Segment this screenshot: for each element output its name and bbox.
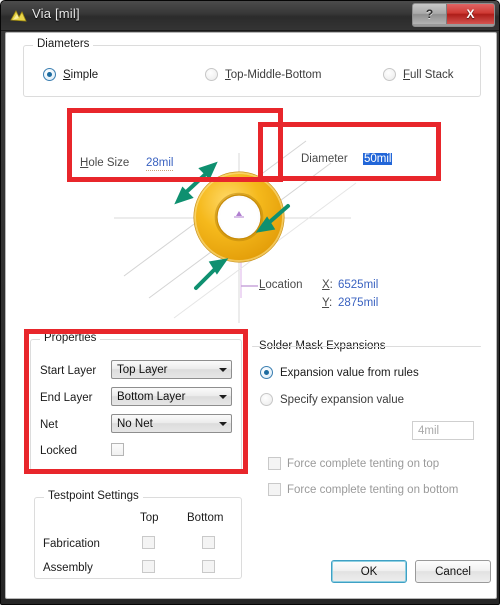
testpoint-assembly-label: Assembly [43,562,93,574]
radio-full-stack[interactable]: Full Stack [383,68,454,81]
cancel-button[interactable]: Cancel [415,560,491,583]
radio-specify-expansion-indicator [260,393,273,406]
annotation-rect-diameter [258,122,441,181]
radio-expansion-from-rules-label: Expansion value from rules [280,366,419,379]
caption-button-group: ? X [412,3,495,27]
force-tenting-bottom-checkbox[interactable] [268,483,281,496]
force-tenting-top-label: Force complete tenting on top [287,458,440,470]
radio-top-middle-bottom-label: Top-Middle-Bottom [225,68,322,81]
testpoint-fabrication-label: Fabrication [43,538,100,550]
annotation-rect-hole-size [67,108,283,182]
testpoint-col-top-header: Top [140,512,159,524]
location-label: Location [259,279,303,291]
title-bar[interactable]: Via [mil] ? X [1,1,499,31]
diameters-group-title: Diameters [33,38,94,50]
specify-expansion-input-value: 4mil [418,424,440,437]
radio-top-middle-bottom[interactable]: Top-Middle-Bottom [205,68,322,81]
window-title: Via [mil] [32,6,80,21]
close-button[interactable]: X [447,4,494,24]
diameters-group: Diameters Simple Top-Middle-Bottom Full … [23,38,481,97]
radio-specify-expansion-label: Specify expansion value [280,393,405,406]
annotation-rect-properties [24,329,248,474]
location-y-label: Y: [322,297,333,309]
radio-top-middle-bottom-indicator [205,68,218,81]
via-icon [10,10,27,22]
radio-expansion-from-rules[interactable]: Expansion value from rules [260,366,419,379]
location-x-value[interactable]: 6525mil [338,279,378,291]
via-properties-dialog: Via [mil] ? X Diameters Simple Top-Middl… [0,0,500,605]
testpoint-assembly-top-checkbox[interactable] [142,560,155,573]
dialog-window: Via [mil] ? X Diameters Simple Top-Middl… [0,0,500,605]
ok-button[interactable]: OK [331,560,407,583]
radio-expansion-from-rules-indicator [260,366,273,379]
help-button[interactable]: ? [413,4,447,24]
testpoint-fabrication-top-checkbox[interactable] [142,536,155,549]
annotation-arrows [174,161,290,290]
radio-simple[interactable]: Simple [43,68,98,81]
radio-simple-label: Simple [63,68,99,81]
radio-specify-expansion[interactable]: Specify expansion value [260,393,404,406]
radio-simple-indicator [43,68,56,81]
testpoint-group-title: Testpoint Settings [44,490,143,502]
radio-full-stack-indicator [383,68,396,81]
solder-mask-group-line [252,346,481,347]
force-tenting-top-checkbox[interactable] [268,457,281,470]
force-tenting-bottom-label: Force complete tenting on bottom [287,484,459,496]
specify-expansion-input[interactable]: 4mil [412,421,474,440]
dialog-client-area: Diameters Simple Top-Middle-Bottom Full … [5,32,497,599]
location-x-label: X: [322,279,333,291]
testpoint-fabrication-bottom-checkbox[interactable] [202,536,215,549]
location-y-value[interactable]: 2875mil [338,297,378,309]
testpoint-assembly-bottom-checkbox[interactable] [202,560,215,573]
radio-full-stack-label: Full Stack [403,68,454,81]
testpoint-col-bottom-header: Bottom [187,512,224,524]
